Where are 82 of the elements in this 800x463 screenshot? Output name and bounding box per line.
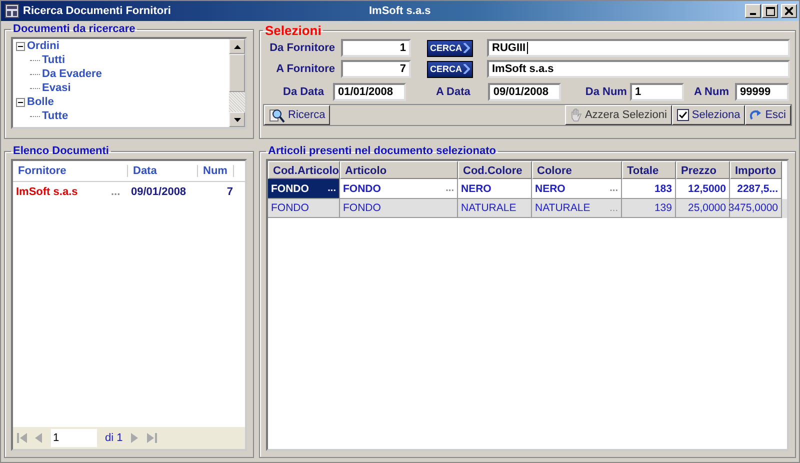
tree-item[interactable]: Ordini [27,40,60,52]
date-cell-text: 09/01/2008 [130,186,188,198]
table-cell: FONDO [343,202,381,214]
table-cell: 183 [654,182,672,194]
field-label: Da Data [283,86,324,98]
table-cell: FONDO [271,182,309,194]
ellipsis-button[interactable]: ... [446,183,454,194]
chevron-icon [463,64,470,74]
hand-icon [570,108,582,122]
minimize-button[interactable] [745,4,761,18]
column-header[interactable]: Totale [622,161,676,179]
field-label: A Fornitore [275,63,335,75]
table-cell: FONDO [343,182,381,194]
company-name: ImSoft s.a.s [369,5,431,17]
number-field[interactable]: 99999 [735,83,790,101]
collapse-icon[interactable] [16,98,25,106]
search-icon [269,107,285,123]
tree-item[interactable]: Da Evadere [42,68,102,80]
search-supplier-button[interactable]: CERCA [427,40,473,56]
column-header[interactable]: Fornitore [13,165,128,177]
supplier-name-field[interactable]: ImSoft s.a.s [487,60,790,78]
table-cell: 25,0000 [688,202,726,214]
column-header[interactable]: Prezzo [676,161,730,179]
maximize-button[interactable] [762,4,778,18]
table-cell: NERO [535,182,566,194]
field-label: A Num [694,86,730,98]
field-label: A Data [436,86,470,98]
field-label: Da Num [585,86,627,98]
ellipsis-button[interactable]: ... [610,183,618,194]
table-cell: 12,5000 [688,182,726,194]
ellipsis-button[interactable]: ... [328,183,336,194]
number-field[interactable]: 1 [630,83,684,101]
table-cell: NATURALE [461,202,516,214]
column-header[interactable]: Colore [532,161,622,179]
table-cell: NERO [461,182,492,194]
tree-item[interactable]: Tutti [42,54,66,66]
table-cell: 3475,0000 [728,202,778,214]
group-title: Selezioni [264,23,322,38]
column-header[interactable]: Cod.Colore [458,161,532,179]
down-arrow-icon [234,118,240,122]
select-button[interactable]: Seleziona [672,105,746,125]
tree-item[interactable]: Tutte [42,110,68,122]
close-icon [785,7,793,15]
table-cell: 139 [654,202,672,214]
column-header[interactable]: Cod.Articolo [268,161,340,179]
number-cell-text: 7 [226,186,233,198]
checkbox-icon [676,109,689,121]
redo-arrow-icon [750,109,762,121]
group-title: Articoli presenti nel documento selezionato [267,145,497,157]
scroll-bar[interactable] [229,39,245,127]
chevron-icon [463,43,470,53]
supplier-cell-text: ImSoft s.a.s [15,186,79,198]
supplier-name-field[interactable]: RUGIII [487,39,790,57]
date-field[interactable]: 09/01/2008 [488,83,562,101]
field-label: Da Fornitore [268,42,335,54]
up-arrow-icon [234,44,240,48]
column-header[interactable]: Importo [730,161,782,179]
column-header[interactable]: Data [128,165,198,177]
window-title: Ricerca Documenti Fornitori [23,5,171,17]
close-button[interactable] [781,4,797,18]
column-header[interactable]: Articolo [340,161,458,179]
table-cell: 2287,5... [737,182,778,194]
search-supplier-button[interactable]: CERCA [427,60,473,78]
search-button[interactable]: Ricerca [264,105,330,125]
page-count: di 1 [105,432,123,444]
table-row[interactable]: FONDO FONDO NATURALE NATURALE ... 139 25,0000 3475,0000 [268,199,787,218]
supplier-code-field[interactable]: 1 [341,39,411,57]
app-icon [5,4,19,18]
maximize-icon [766,6,774,16]
collapse-icon[interactable] [16,42,25,50]
exit-button[interactable]: Esci [745,105,791,125]
date-field[interactable]: 01/01/2008 [332,83,406,101]
column-header[interactable]: Num [198,165,234,177]
page-field[interactable]: 1 [51,429,97,447]
table-cell: NATURALE [535,202,590,214]
table-cell: FONDO [271,202,309,214]
tree-item[interactable]: Evasi [42,82,71,94]
group-title: Documenti da ricercare [12,23,136,35]
ellipsis-button[interactable]: ... [111,186,128,198]
supplier-code-field[interactable]: 7 [341,60,411,78]
tree-item[interactable]: Bolle [27,96,54,108]
group-title: Elenco Documenti [12,145,110,157]
